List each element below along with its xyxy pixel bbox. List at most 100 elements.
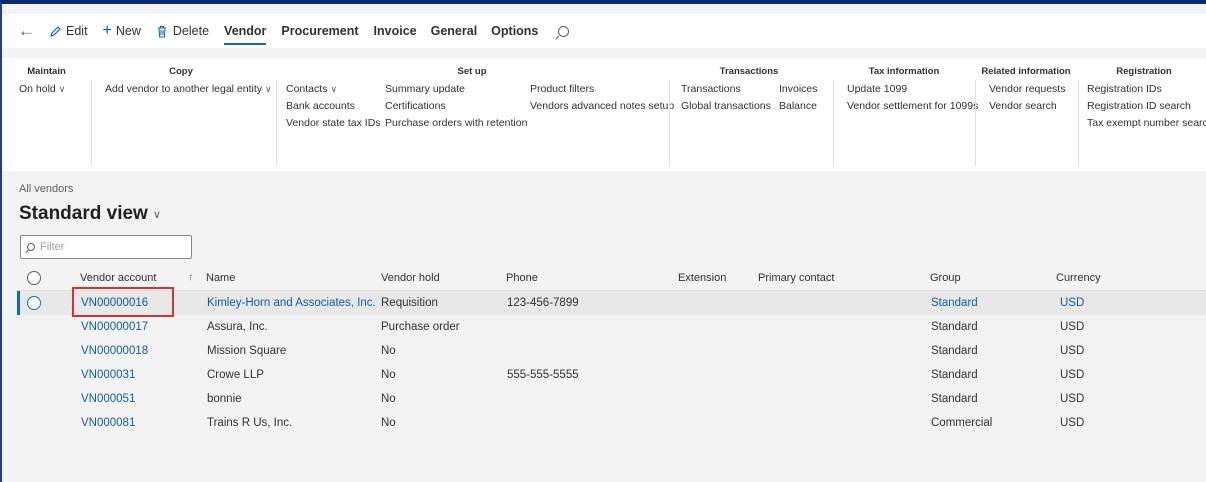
phone-value: 123-456-7899 — [507, 297, 579, 309]
vendor-settlement-1099s-button[interactable]: Vendor settlement for 1099s — [847, 101, 978, 112]
on-hold-label: On hold — [19, 83, 56, 95]
filter-input[interactable] — [40, 241, 180, 253]
group-copy: Copy — [97, 66, 265, 166]
chevron-down-icon: ∨ — [58, 84, 66, 94]
tax-exempt-number-search-button[interactable]: Tax exempt number search — [1087, 118, 1206, 129]
vendor-hold-value: No — [381, 369, 396, 381]
search-icon[interactable] — [558, 25, 570, 37]
vendor-account-link[interactable]: VN000081 — [81, 417, 135, 429]
divider — [276, 80, 277, 166]
on-hold-button[interactable]: On hold ∨ — [19, 84, 65, 95]
page-title: Standard view — [19, 203, 148, 224]
back-arrow-icon[interactable]: ← — [18, 21, 35, 41]
phone-value: 555-555-5555 — [507, 369, 579, 381]
group-transactions: Transactions — [674, 66, 824, 166]
product-filters-button[interactable]: Product filters — [530, 84, 674, 95]
vendor-name-link[interactable]: Kimley-Horn and Associates, Inc. — [207, 297, 376, 309]
group-copy-title: Copy — [169, 66, 193, 77]
vendor-account-link[interactable]: VN00000016 — [81, 297, 148, 309]
tab-options-label: Options — [491, 24, 539, 38]
column-header-currency[interactable]: Currency — [1056, 272, 1101, 284]
filter-field[interactable] — [20, 235, 192, 259]
action-pane-tabstrip: ← Edit + New Delete Vendor Procurement I… — [2, 14, 1206, 48]
tab-vendor[interactable]: Vendor — [224, 14, 267, 48]
column-header-name[interactable]: Name — [206, 272, 235, 284]
vendor-requests-button[interactable]: Vendor requests — [989, 84, 1065, 95]
edit-button[interactable]: Edit — [49, 14, 88, 48]
view-selector[interactable]: Standard view ∨ — [19, 203, 161, 225]
table-row[interactable]: VN00000018 Mission Square No Standard US… — [17, 339, 1206, 363]
currency-value: USD — [1060, 393, 1085, 405]
action-pane-ribbon: Maintain On hold ∨ Copy Add vendor to ano… — [2, 58, 1206, 171]
search-icon — [27, 243, 35, 251]
new-label: New — [115, 24, 141, 38]
group-maintain: Maintain — [14, 66, 79, 166]
vendor-name-value: bonnie — [207, 393, 242, 405]
table-row[interactable]: VN00000016 Kimley-Horn and Associates, I… — [17, 291, 1206, 315]
group-value: Standard — [931, 321, 978, 333]
column-header-phone[interactable]: Phone — [506, 272, 538, 284]
vendor-account-link[interactable]: VN00000018 — [81, 345, 148, 357]
currency-value: USD — [1060, 417, 1085, 429]
tab-general[interactable]: General — [431, 14, 478, 48]
column-header-vendor-account[interactable]: Vendor account — [80, 272, 156, 284]
group-tax-title: Tax information — [868, 66, 940, 77]
vendor-account-link[interactable]: VN000051 — [81, 393, 135, 405]
currency-value: USD — [1060, 369, 1085, 381]
balance-button[interactable]: Balance — [779, 101, 818, 112]
divider — [975, 80, 976, 166]
vendor-name-value: Assura, Inc. — [207, 321, 268, 333]
select-all-radio[interactable] — [27, 270, 41, 285]
vendor-name-value: Mission Square — [207, 345, 287, 357]
vendor-account-link[interactable]: VN00000017 — [81, 321, 148, 333]
tab-invoice-label: Invoice — [373, 24, 417, 38]
tab-invoice[interactable]: Invoice — [374, 14, 417, 48]
sort-ascending-icon: ↑ — [188, 272, 193, 283]
table-row[interactable]: VN000031 Crowe LLP No 555-555-5555 Stand… — [17, 363, 1206, 387]
vendor-account-link[interactable]: VN000031 — [81, 369, 135, 381]
vendor-search-button[interactable]: Vendor search — [989, 101, 1065, 112]
vendor-hold-value: No — [381, 417, 396, 429]
tab-general-label: General — [430, 24, 478, 38]
group-link[interactable]: Standard — [931, 297, 978, 309]
table-row[interactable]: VN000081 Trains R Us, Inc. No Commercial… — [17, 411, 1206, 435]
group-value: Standard — [931, 369, 978, 381]
table-row[interactable]: VN00000017 Assura, Inc. Purchase order S… — [17, 315, 1206, 339]
global-transactions-button[interactable]: Global transactions — [681, 101, 771, 112]
add-vendor-to-legal-entity-button[interactable]: Add vendor to another legal entity ∨ — [105, 84, 272, 95]
column-header-vendor-hold[interactable]: Vendor hold — [381, 272, 440, 284]
update-1099-button[interactable]: Update 1099 — [847, 84, 978, 95]
registration-ids-button[interactable]: Registration IDs — [1087, 84, 1206, 95]
vendor-hold-value: Requisition — [381, 297, 438, 309]
bank-accounts-button[interactable]: Bank accounts — [286, 101, 381, 112]
vendor-grid: Vendor account ↑ Name Vendor hold Phone … — [17, 265, 1206, 435]
vendor-name-value: Crowe LLP — [207, 369, 264, 381]
divider — [91, 80, 92, 166]
tab-options[interactable]: Options — [491, 14, 538, 48]
tab-procurement-label: Procurement — [281, 24, 359, 38]
purchase-orders-retention-button[interactable]: Purchase orders with retention — [385, 118, 527, 129]
registration-id-search-button[interactable]: Registration ID search — [1087, 101, 1206, 112]
contacts-button[interactable]: Contacts ∨ — [286, 84, 381, 95]
group-tax-information: Tax information — [839, 66, 969, 166]
transactions-button[interactable]: Transactions — [681, 84, 771, 95]
row-select-radio[interactable] — [27, 296, 41, 310]
currency-link[interactable]: USD — [1060, 297, 1084, 309]
group-value: Standard — [931, 345, 978, 357]
column-header-primary-contact[interactable]: Primary contact — [758, 272, 834, 284]
vendors-advanced-notes-button[interactable]: Vendors advanced notes setup — [530, 101, 674, 112]
delete-button[interactable]: Delete — [156, 14, 209, 48]
invoices-button[interactable]: Invoices — [779, 84, 818, 95]
summary-update-button[interactable]: Summary update — [385, 84, 527, 95]
new-button[interactable]: + New — [103, 14, 141, 48]
tab-procurement[interactable]: Procurement — [281, 14, 358, 48]
group-value: Commercial — [931, 417, 993, 429]
column-header-group[interactable]: Group — [930, 272, 961, 284]
certifications-button[interactable]: Certifications — [385, 101, 527, 112]
vendor-state-tax-ids-button[interactable]: Vendor state tax IDs — [286, 118, 381, 129]
table-row[interactable]: VN000051 bonnie No Standard USD — [17, 387, 1206, 411]
vendor-hold-value: No — [381, 393, 396, 405]
currency-value: USD — [1060, 345, 1085, 357]
column-header-extension[interactable]: Extension — [678, 272, 726, 284]
contacts-label: Contacts — [286, 83, 328, 95]
